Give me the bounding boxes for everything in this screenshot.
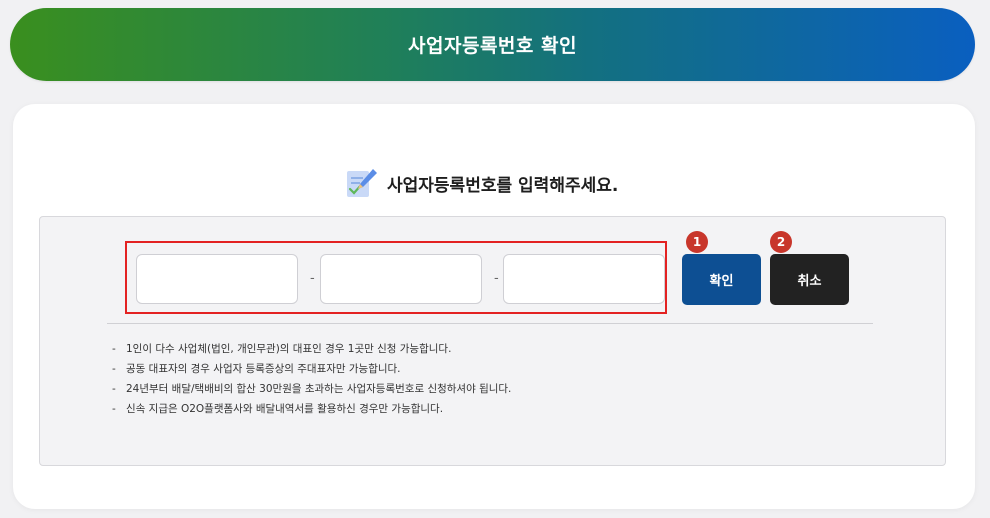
step-badge-1: 1 — [686, 231, 708, 253]
separator-dash: - — [310, 271, 315, 286]
business-number-part3-input[interactable] — [503, 254, 665, 304]
prompt-text: 사업자등록번호를 입력해주세요. — [387, 175, 619, 196]
separator-dash: - — [494, 271, 499, 286]
prompt-row: 사업자등록번호를 입력해주세요. — [343, 163, 618, 203]
pencil-document-icon — [343, 165, 379, 201]
confirm-button[interactable]: 확인 — [682, 254, 761, 305]
step-badge-2: 2 — [770, 231, 792, 253]
list-item: -24년부터 배달/택배비의 합산 30만원을 초과하는 사업자등록번호로 신청… — [112, 383, 512, 395]
cancel-button[interactable]: 취소 — [770, 254, 849, 305]
notice-list: -1인이 다수 사업체(법인, 개인무관)의 대표인 경우 1곳만 신청 가능합… — [112, 339, 511, 419]
business-number-form: - - 1 2 확인 취소 -1인이 다수 사업체(법인, 개인무관)의 대표인… — [39, 216, 946, 466]
main-card: 사업자등록번호를 입력해주세요. - - 1 2 확인 취소 -1인이 다수 사… — [13, 104, 975, 509]
list-item: -1인이 다수 사업체(법인, 개인무관)의 대표인 경우 1곳만 신청 가능합… — [112, 343, 452, 355]
page-title: 사업자등록번호 확인 — [408, 35, 577, 57]
business-number-part1-input[interactable] — [136, 254, 298, 304]
list-item: - 공동 대표자의 경우 사업자 등록증상의 주대표자만 가능합니다. — [112, 363, 401, 375]
divider — [107, 323, 873, 324]
list-item: - 신속 지급은 O2O플랫폼사와 배달내역서를 활용하신 경우만 가능합니다. — [112, 403, 444, 415]
business-number-part2-input[interactable] — [320, 254, 482, 304]
page-header: 사업자등록번호 확인 — [10, 8, 975, 81]
